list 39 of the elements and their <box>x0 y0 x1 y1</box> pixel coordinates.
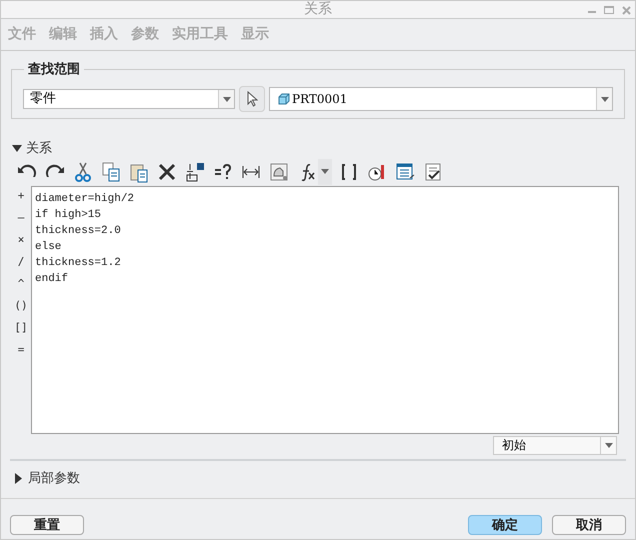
function-menu-button[interactable] <box>318 158 332 184</box>
dialog-button[interactable]: 重置 <box>10 515 84 535</box>
dropdown-caret-icon <box>600 96 608 102</box>
sort-values-icon[interactable] <box>184 160 206 182</box>
expand-triangle-icon[interactable] <box>15 472 22 484</box>
object-dropdown[interactable]: PRT0001 <box>269 87 613 111</box>
code-line: thickness=2.0 <box>35 224 121 238</box>
dialog-button[interactable]: 取消 <box>552 515 626 535</box>
cursor-arrow-icon <box>246 91 258 107</box>
dropdown-caret-icon <box>604 442 612 448</box>
operator-button[interactable]: / <box>18 252 24 274</box>
copy-icon[interactable] <box>100 160 122 182</box>
dialog-button[interactable]: 确定 <box>468 515 542 535</box>
sort-dropdown[interactable]: 初始 <box>493 436 617 454</box>
dropdown-caret-icon <box>321 169 329 174</box>
operator-button[interactable]: () <box>14 296 28 318</box>
select-pointer-button[interactable] <box>239 86 265 112</box>
relations-editor[interactable]: diameter=high/2 if high>15 thickness=2.0 else thickness=1.2 endif <box>31 186 619 434</box>
section-title: 局部参数 <box>28 470 80 488</box>
cut-icon[interactable] <box>72 160 94 182</box>
code-line: thickness=1.2 <box>35 256 121 270</box>
type-dropdown[interactable]: 零件 <box>23 89 235 109</box>
code-line: if high>15 <box>35 208 102 222</box>
measure-icon[interactable] <box>268 160 290 182</box>
code-line: else <box>35 240 62 254</box>
operator-button[interactable]: = <box>18 340 24 362</box>
operator-button[interactable]: ^ <box>18 274 24 296</box>
code-line: diameter=high/2 <box>35 192 134 206</box>
operator-button[interactable]: × <box>18 230 24 252</box>
part-cube-icon <box>278 93 290 105</box>
operator-button[interactable]: + <box>18 186 24 208</box>
operator-button[interactable]: [] <box>14 318 28 340</box>
operator-button[interactable]: – <box>18 208 24 230</box>
dropdown-caret-icon <box>222 96 230 102</box>
code-line: endif <box>35 272 68 286</box>
section-title: 关系 <box>26 140 52 158</box>
list-export-icon[interactable] <box>394 160 416 182</box>
window-title: 关系 <box>304 1 332 19</box>
collapse-triangle-icon[interactable] <box>12 145 22 152</box>
